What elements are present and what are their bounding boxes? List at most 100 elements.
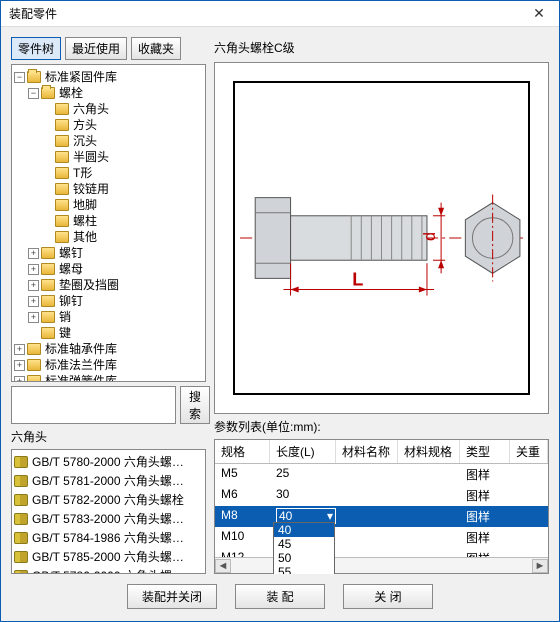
col-spec[interactable]: 规格 [215,440,270,463]
tree-toggle[interactable]: + [28,248,39,259]
tree-node-label[interactable]: 方头 [73,117,97,133]
folder-icon [41,311,55,323]
tree-node-label[interactable]: T形 [73,165,92,181]
tree-node-label[interactable]: 半圆头 [73,149,109,165]
assemble-button[interactable]: 装 配 [235,584,325,609]
dropdown-option[interactable]: 55 [274,565,334,574]
tree-node-label[interactable]: 螺母 [59,261,83,277]
list-item[interactable]: GB/T 5781-2000 六角头螺… [14,471,203,490]
col-type[interactable]: 类型 [460,440,510,463]
folder-icon [55,231,69,243]
list-item[interactable]: GB/T 5782-2000 六角头螺栓 [14,490,203,509]
table-row[interactable]: M525图样 [215,464,548,485]
table-row[interactable]: M630图样 [215,485,548,506]
tree-node-label[interactable]: 铰链用 [73,181,109,197]
results-list[interactable]: GB/T 5780-2000 六角头螺… GB/T 5781-2000 六角头螺… [11,449,206,574]
folder-icon [55,119,69,131]
col-material[interactable]: 材料名称 [336,440,398,463]
svg-text:L: L [352,269,363,289]
list-item[interactable]: GB/T 5786-2000 六角头螺… [14,566,203,574]
table-row[interactable]: M8 40▾ 图样 [215,506,548,527]
folder-icon [55,135,69,147]
tree-toggle[interactable]: + [14,360,25,371]
tree-toggle[interactable]: + [28,312,39,323]
scroll-left-icon[interactable]: ◄ [215,559,231,573]
search-input[interactable] [11,386,176,424]
tree-node-label[interactable]: 铆钉 [59,293,83,309]
scroll-right-icon[interactable]: ► [532,559,548,573]
close-icon[interactable]: ✕ [519,1,559,26]
bolt-icon [14,513,28,525]
list-item[interactable]: GB/T 5785-2000 六角头螺… [14,547,203,566]
tree-node-label[interactable]: 标准弹簧件库 [45,373,117,382]
tree-node-label[interactable]: 沉头 [73,133,97,149]
tree-node-label[interactable]: 六角头 [73,101,109,117]
preview-pane: d L [214,62,549,414]
bolt-icon [14,475,28,487]
search-button[interactable]: 搜索 [180,386,210,424]
folder-icon [27,375,41,382]
bolt-icon [14,494,28,506]
folder-icon [55,199,69,211]
bolt-icon [14,456,28,468]
tree-node-label[interactable]: 螺钉 [59,245,83,261]
tree-node-label[interactable]: 标准紧固件库 [45,69,117,85]
col-weight[interactable]: 关重 [510,440,548,463]
tree-node-label[interactable]: 标准法兰件库 [45,357,117,373]
part-tree[interactable]: −标准紧固件库 −螺栓 六角头 方头 沉头 半圆头 T形 铰链用 地脚 螺柱 其… [11,64,206,382]
preview-title: 六角头螺栓C级 [214,37,549,58]
results-label: 六角头 [11,428,206,445]
tree-node-label[interactable]: 销 [59,309,71,325]
bolt-icon [14,532,28,544]
chevron-down-icon: ▾ [327,509,333,523]
folder-icon [55,183,69,195]
tab-recent[interactable]: 最近使用 [65,37,127,60]
table-row[interactable]: M10图样 [215,527,548,548]
folder-icon [55,215,69,227]
tree-node-label[interactable]: 键 [59,325,71,341]
svg-text:d: d [421,232,439,241]
tree-node-label[interactable]: 其他 [73,229,97,245]
tree-toggle[interactable]: + [28,280,39,291]
col-matspec[interactable]: 材料规格 [398,440,460,463]
folder-icon [55,103,69,115]
close-button[interactable]: 关 闭 [343,584,433,609]
tree-node-label[interactable]: 螺柱 [73,213,97,229]
tree-toggle[interactable]: + [14,344,25,355]
folder-icon [41,247,55,259]
param-table: 规格 长度(L) 材料名称 材料规格 类型 关重 M525图样 M630图样 [214,439,549,574]
dropdown-option[interactable]: 50 [274,551,334,565]
folder-icon [41,295,55,307]
col-length[interactable]: 长度(L) [270,440,336,463]
folder-icon [41,87,55,99]
tree-node-label[interactable]: 螺栓 [59,85,83,101]
folder-icon [41,327,55,339]
tree-toggle[interactable]: + [28,264,39,275]
folder-icon [27,359,41,371]
folder-icon [41,279,55,291]
tree-toggle[interactable]: + [28,296,39,307]
list-item[interactable]: GB/T 5783-2000 六角头螺… [14,509,203,528]
tree-toggle[interactable]: + [14,376,25,383]
h-scrollbar[interactable]: ◄ ► [215,557,548,573]
length-dropdown-list[interactable]: 40 45 50 55 60 65 70 80 [273,522,335,574]
table-row[interactable]: M12图样 [215,548,548,557]
tab-part-tree[interactable]: 零件树 [11,37,61,60]
tree-toggle[interactable]: − [14,72,25,83]
bolt-icon [14,570,28,575]
tree-node-label[interactable]: 标准轴承件库 [45,341,117,357]
folder-icon [55,151,69,163]
dropdown-option[interactable]: 45 [274,537,334,551]
list-item[interactable]: GB/T 5784-1986 六角头螺… [14,528,203,547]
dropdown-option[interactable]: 40 [274,523,334,537]
tab-favorites[interactable]: 收藏夹 [131,37,181,60]
window-title: 装配零件 [9,5,57,22]
tree-toggle[interactable]: − [28,88,39,99]
titlebar: 装配零件 ✕ [1,1,559,27]
assemble-close-button[interactable]: 装配并关闭 [127,584,217,609]
param-label: 参数列表(单位:mm): [214,418,549,435]
folder-icon [41,263,55,275]
list-item[interactable]: GB/T 5780-2000 六角头螺… [14,452,203,471]
tree-node-label[interactable]: 垫圈及挡圈 [59,277,119,293]
tree-node-label[interactable]: 地脚 [73,197,97,213]
